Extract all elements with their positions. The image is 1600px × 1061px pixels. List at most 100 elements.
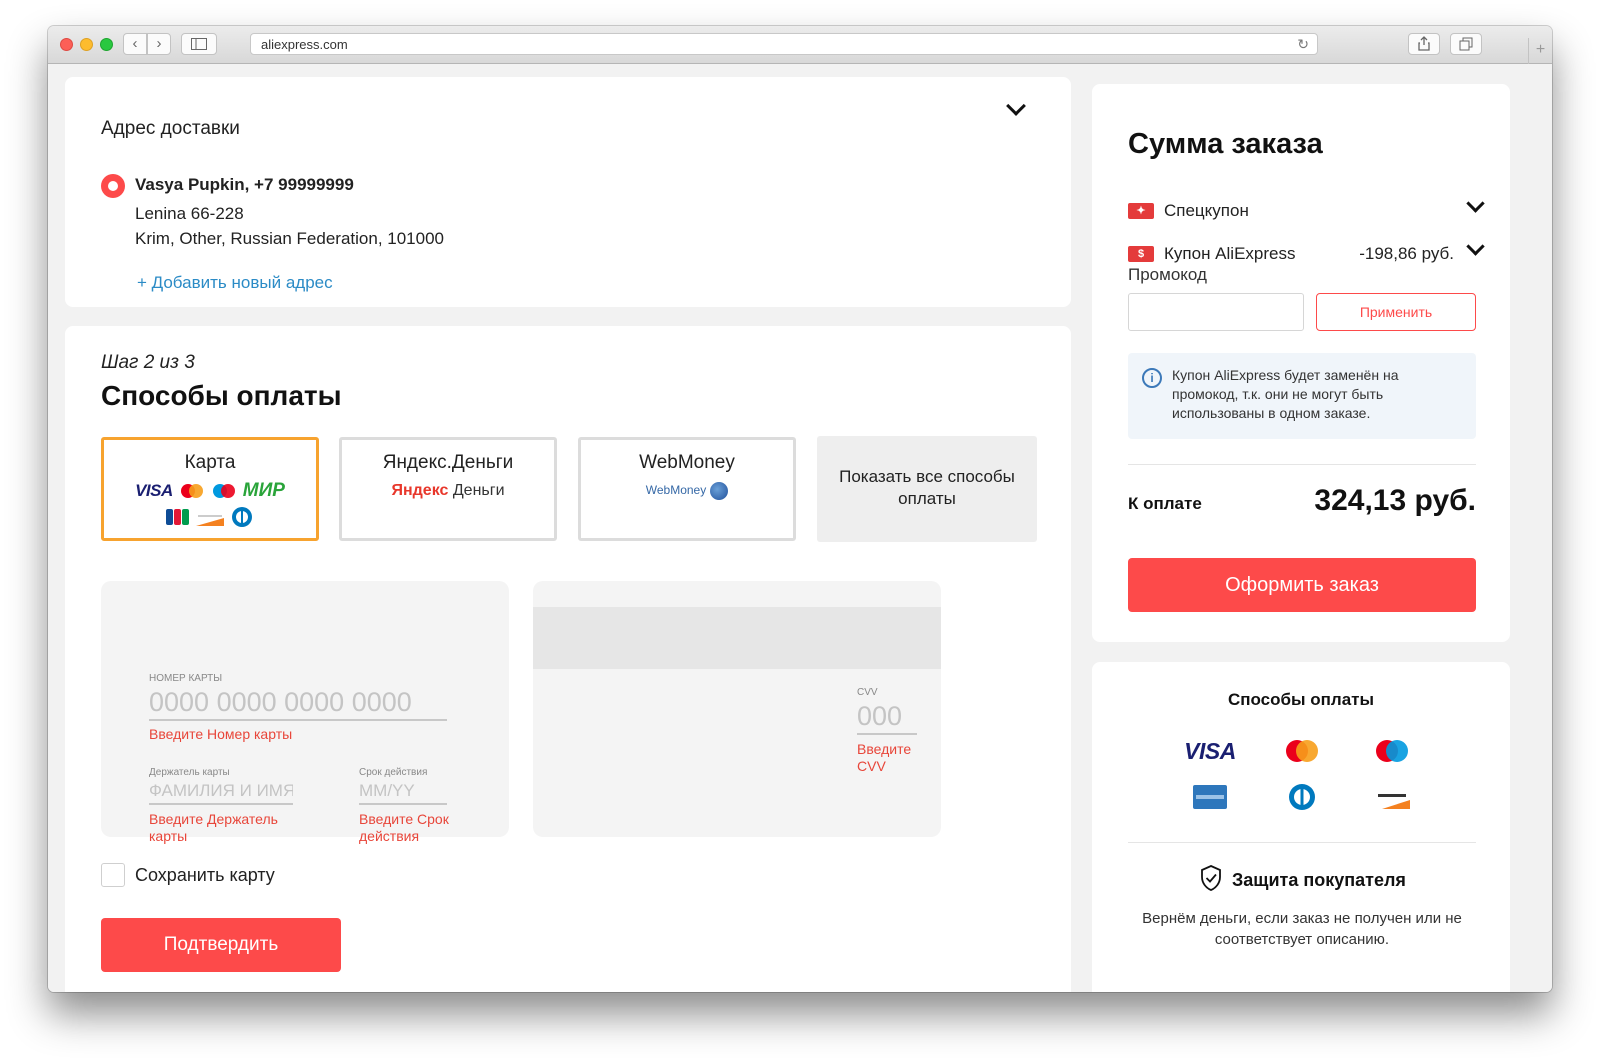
card-number-label: НОМЕР КАРТЫ xyxy=(149,673,223,684)
to-pay-label: К оплате xyxy=(1128,494,1202,513)
card-brand-logos-row2 xyxy=(104,506,316,528)
sidebar-toggle-button[interactable] xyxy=(181,33,217,55)
show-all-methods-button[interactable]: Показать все способы оплаты xyxy=(817,436,1037,542)
payment-heading: Способы оплаты xyxy=(101,380,342,411)
coupon-icon: ✦ xyxy=(1128,203,1154,219)
aliexpress-coupon-row[interactable]: $ Купон AliExpress -198,86 руб. xyxy=(1128,237,1485,266)
sidebar-icon xyxy=(191,38,207,50)
american-express-logo xyxy=(1186,782,1234,812)
promo-label: Промокод xyxy=(1128,265,1207,284)
method-label: WebMoney xyxy=(639,452,735,473)
to-pay-amount: 324,13 руб. xyxy=(1314,484,1476,517)
webmoney-logo-text: WebMoney xyxy=(645,483,707,498)
card-front-form: НОМЕР КАРТЫ 0000 0000 0000 0000 Введите … xyxy=(101,581,509,844)
chevron-down-icon[interactable] xyxy=(1466,194,1485,213)
coupon-icon: $ xyxy=(1128,246,1154,262)
mastercard-logo xyxy=(180,484,203,498)
payment-method-yandex[interactable]: Яндекс.Деньги Яндекс Деньги xyxy=(339,437,557,541)
recipient-name: Vasya Pupkin, +7 99999999 xyxy=(135,175,354,194)
visa-logo: VISA xyxy=(135,481,173,500)
step-indicator: Шаг 2 из 3 xyxy=(101,352,195,373)
cvv-label: CVV xyxy=(857,687,878,698)
card-brand-logos: VISA МИР xyxy=(104,480,316,502)
mastercard-logo xyxy=(1278,736,1326,766)
special-coupon-row[interactable]: ✦ Спецкупон xyxy=(1128,194,1485,223)
divider xyxy=(1128,464,1476,465)
reload-icon[interactable]: ↻ xyxy=(1297,36,1309,53)
payment-method-webmoney[interactable]: WebMoney WebMoney xyxy=(578,437,796,541)
holder-label: Держатель карты xyxy=(149,767,230,778)
mir-logo: МИР xyxy=(242,480,285,501)
yandex-money-logo: Яндекс Деньги xyxy=(342,482,554,500)
buyer-protection-title: Защита покупателя xyxy=(1232,870,1406,890)
visa-logo-text: VISA xyxy=(1184,737,1236,764)
zoom-window-button[interactable] xyxy=(100,38,113,51)
expiry-label: Срок действия xyxy=(359,767,428,778)
payment-info-card: Способы оплаты VISA Защита покупателя Ве… xyxy=(1092,662,1510,992)
new-tab-button[interactable]: + xyxy=(1528,38,1552,64)
forward-button[interactable]: › xyxy=(147,33,171,55)
card-back-form: CVV 000 Введите CVV xyxy=(533,581,941,837)
share-button[interactable] xyxy=(1408,33,1440,55)
expiry-input[interactable]: MM/YY xyxy=(359,781,447,805)
payment-method-card[interactable]: Карта VISA МИР xyxy=(101,437,319,541)
address-bar[interactable]: aliexpress.com ↻ xyxy=(250,33,1318,55)
holder-input[interactable]: ФАМИЛИЯ И ИМЯ xyxy=(149,781,293,805)
expiry-error: Введите Срок действия xyxy=(359,811,449,844)
maestro-logo xyxy=(1368,736,1416,766)
minimize-window-button[interactable] xyxy=(80,38,93,51)
notice-text: Купон AliExpress будет заменён на промок… xyxy=(1172,367,1399,421)
delivery-address-card: Адрес доставки Vasya Pupkin, +7 99999999… xyxy=(65,77,1071,307)
diners-club-logo xyxy=(1278,782,1326,812)
save-card-checkbox[interactable] xyxy=(101,863,125,887)
mastercard-circles xyxy=(1286,740,1318,762)
magnetic-strip xyxy=(533,607,941,669)
visa-logo: VISA xyxy=(1184,736,1236,766)
amex-shape xyxy=(1193,785,1227,809)
discover-shape xyxy=(1374,785,1410,809)
close-window-button[interactable] xyxy=(60,38,73,51)
method-label: Показать все способы оплаты xyxy=(839,467,1015,508)
chevron-down-icon[interactable] xyxy=(1466,237,1485,256)
cvv-input[interactable]: 000 xyxy=(857,701,917,735)
coupon-amount: -198,86 руб. xyxy=(1359,244,1454,263)
webmoney-logo: WebMoney xyxy=(581,482,793,500)
tabs-icon xyxy=(1459,37,1473,51)
jcb-logo xyxy=(166,509,189,525)
address-line-2: Krim, Other, Russian Federation, 101000 xyxy=(135,229,444,248)
promo-code-input[interactable] xyxy=(1128,293,1304,331)
apply-promo-button[interactable]: Применить xyxy=(1316,293,1476,331)
maestro-circles xyxy=(1376,740,1408,762)
cvv-error: Введите CVV xyxy=(857,741,912,774)
info-icon: i xyxy=(1142,368,1162,388)
address-radio-selected[interactable] xyxy=(101,174,125,198)
add-address-link[interactable]: + Добавить новый адрес xyxy=(137,273,333,293)
holder-error: Введите Держатель карты xyxy=(149,811,278,844)
place-order-button[interactable]: Оформить заказ xyxy=(1128,558,1476,612)
url-text: aliexpress.com xyxy=(261,37,348,52)
chevron-down-icon[interactable] xyxy=(1006,96,1026,116)
coupon-notice: i Купон AliExpress будет заменён на пром… xyxy=(1128,353,1476,439)
back-button[interactable]: ‹ xyxy=(123,33,147,55)
diners-club-logo xyxy=(232,507,252,527)
dengi-logo-text: Деньги xyxy=(452,482,505,499)
shield-check-icon xyxy=(1201,865,1221,891)
payment-info-title: Способы оплаты xyxy=(1227,690,1375,709)
diners-shape xyxy=(1289,784,1315,810)
buyer-protection-text: Вернём деньги, если заказ не получен или… xyxy=(1142,910,1462,948)
address-title: Адрес доставки xyxy=(101,118,240,139)
coupon-label: Спецкупон xyxy=(1164,201,1249,220)
save-card-label: Сохранить карту xyxy=(135,865,275,885)
tabs-overview-button[interactable] xyxy=(1450,33,1482,55)
maestro-logo xyxy=(212,484,235,498)
card-number-input[interactable]: 0000 0000 0000 0000 xyxy=(149,687,447,721)
confirm-button[interactable]: Подтвердить xyxy=(101,918,341,972)
yandex-logo-text: Яндекс xyxy=(391,482,449,499)
coupon-label: Купон AliExpress xyxy=(1164,244,1296,263)
address-line-1: Lenina 66-228 xyxy=(135,204,244,223)
summary-title: Сумма заказа xyxy=(1128,128,1323,160)
browser-window: ‹ › aliexpress.com ↻ + Адрес доставки Va… xyxy=(48,26,1552,992)
page-content: Адрес доставки Vasya Pupkin, +7 99999999… xyxy=(48,64,1552,992)
share-icon xyxy=(1418,36,1430,51)
order-summary-card: Сумма заказа ✦ Спецкупон $ Купон AliExpr… xyxy=(1092,84,1510,642)
